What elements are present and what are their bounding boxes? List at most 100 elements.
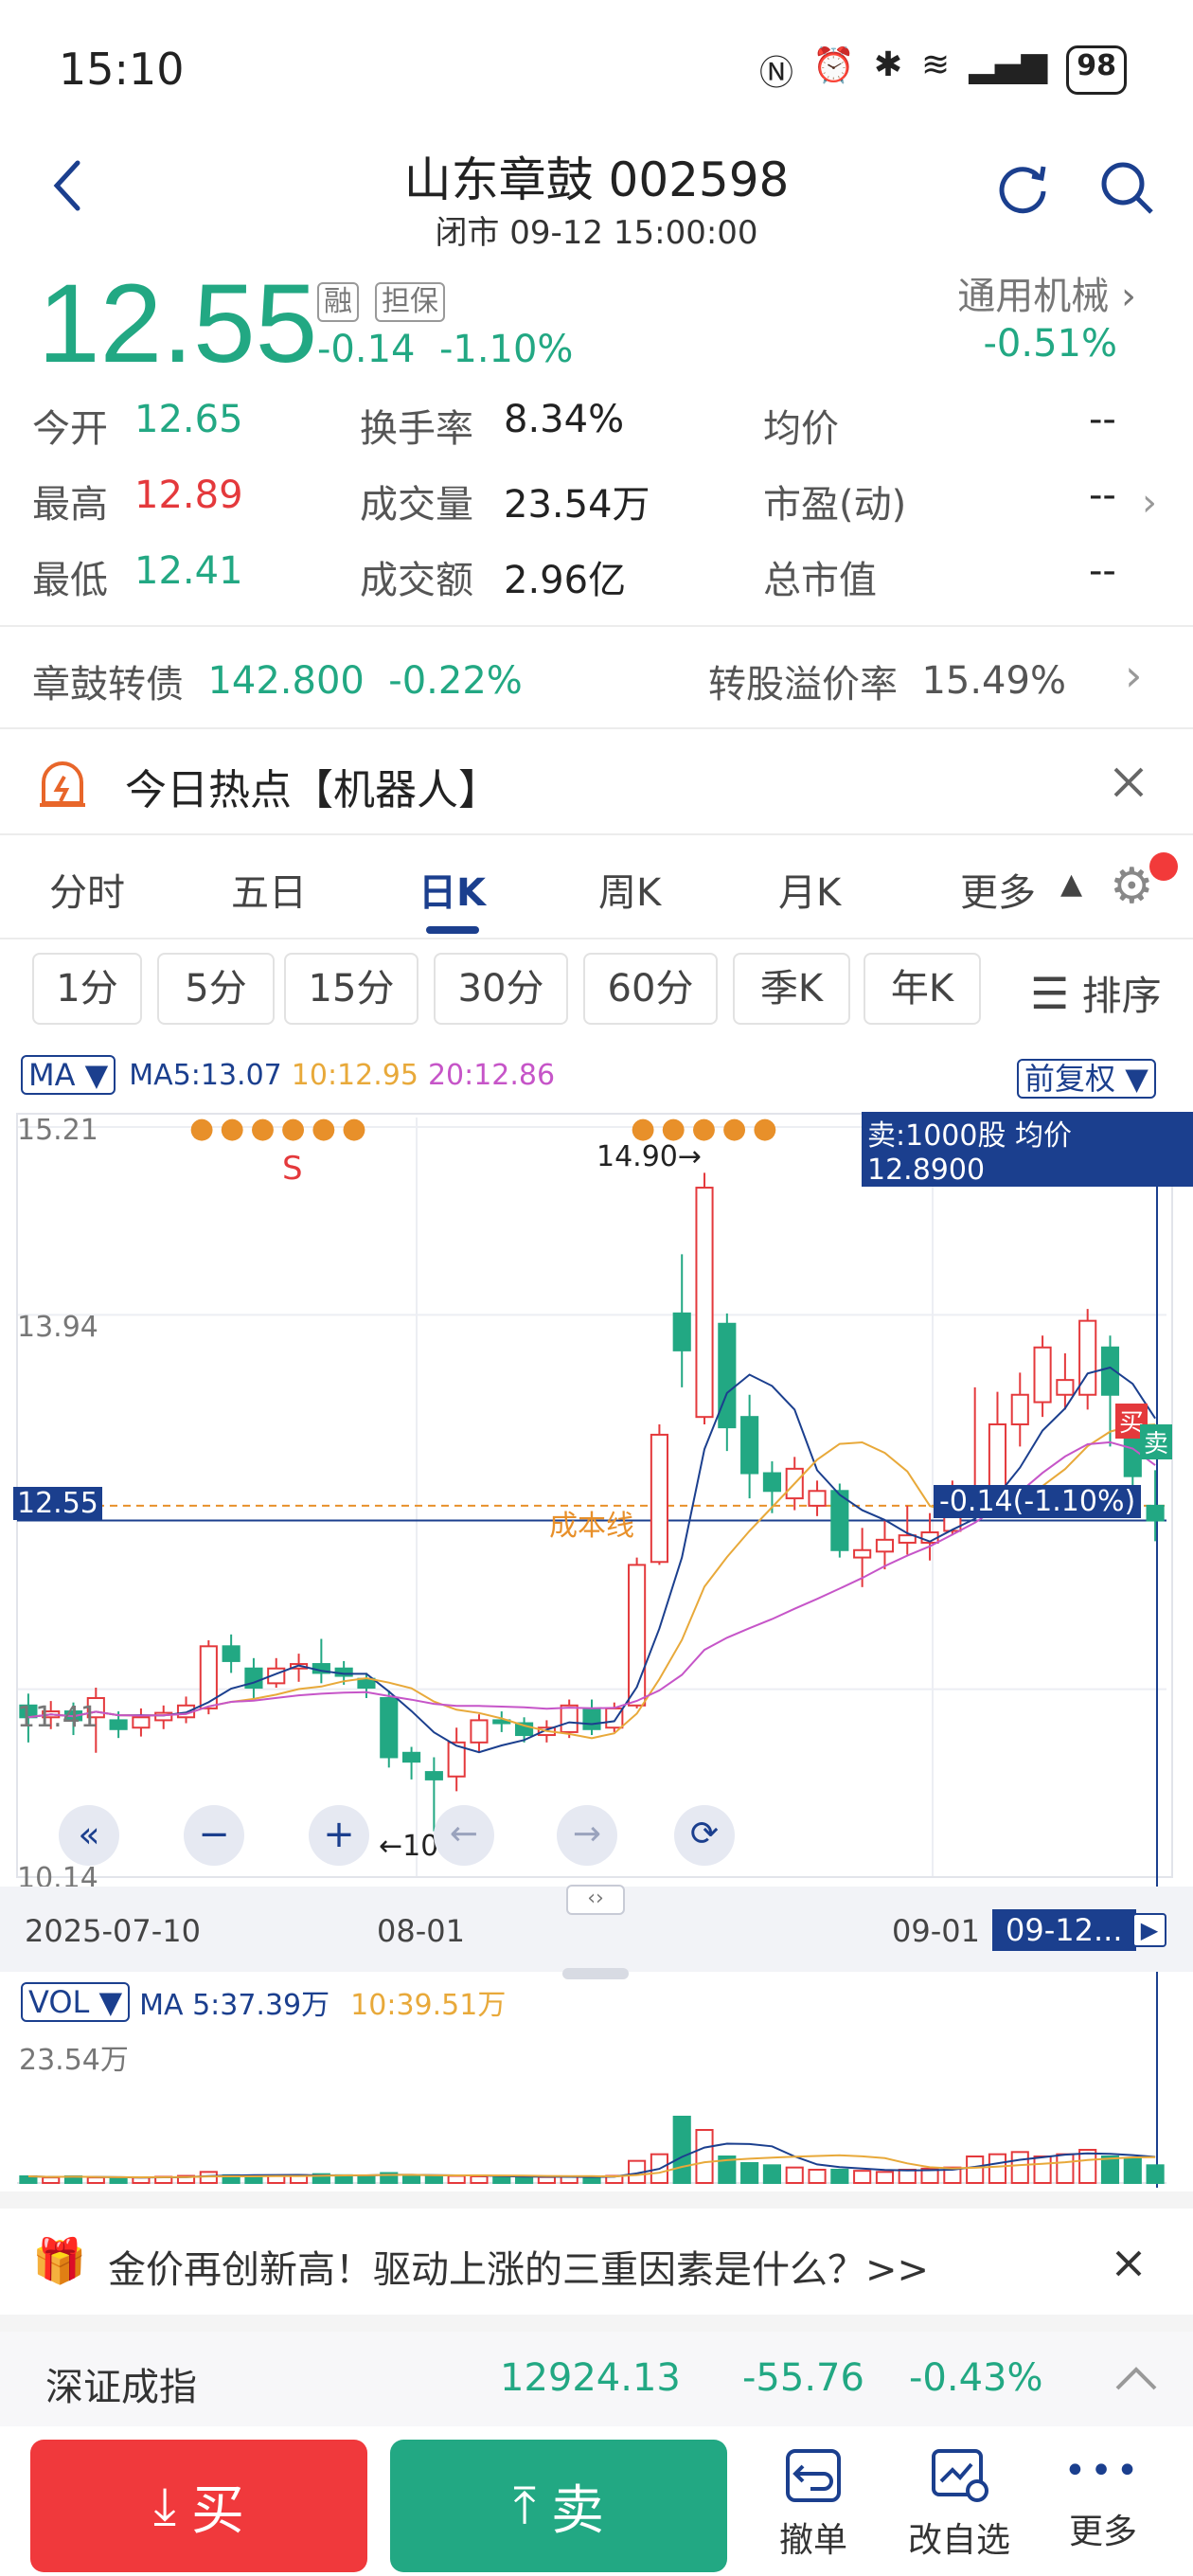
tab-more[interactable]: 更多 (960, 862, 1036, 917)
indicator-select[interactable]: MA ▼ (21, 1055, 116, 1095)
arrow-left-icon[interactable]: ← (434, 1805, 494, 1866)
premium-row[interactable]: 转股溢价率 15.49% (708, 653, 1066, 708)
volume-bar (898, 2169, 917, 2184)
period-quarter[interactable]: 季K (733, 953, 850, 1025)
tab-daily-k[interactable]: 日K (418, 862, 486, 917)
cancel-order-button[interactable]: 撤单 (761, 2447, 865, 2562)
premium-value: 15.49% (921, 659, 1066, 703)
zoom-out-icon[interactable]: − (184, 1805, 244, 1866)
ma10-label: 10:12.95 (291, 1058, 418, 1092)
candle-body (718, 1322, 737, 1429)
low-label: 最低 (32, 559, 108, 602)
change-tag: -0.14(-1.10%) (934, 1485, 1142, 1518)
volume-bar (672, 2116, 691, 2184)
industry-link[interactable]: 通用机械 › (957, 265, 1136, 320)
rewind-icon[interactable]: « (59, 1805, 119, 1866)
indicator-label: MA (28, 1057, 76, 1093)
buy-label: 买 (190, 2479, 244, 2542)
period-15min[interactable]: 15分 (284, 953, 418, 1025)
stats-expand-icon[interactable]: › (1142, 481, 1157, 525)
bond-row[interactable]: 章鼓转债 142.800 -0.22% (32, 653, 523, 708)
candle-body (808, 1490, 827, 1507)
triangle-up-icon[interactable]: ▲ (1060, 868, 1082, 901)
resize-handle[interactable] (562, 1968, 629, 1979)
high-label: 最高 (32, 483, 108, 527)
amount-value: 2.96亿 (504, 559, 627, 602)
sell-button[interactable]: ⤒ 卖 (390, 2440, 727, 2572)
section-gap (0, 2315, 1193, 2332)
tab-five-day[interactable]: 五日 (231, 862, 307, 917)
volume-bar (1100, 2156, 1120, 2184)
close-icon[interactable] (1113, 2248, 1144, 2279)
buy-button[interactable]: ⤓ 买 (30, 2440, 367, 2572)
signal-icon: ▂▄▆ (969, 45, 1048, 84)
volume-bar (1123, 2157, 1142, 2185)
tab-weekly-k[interactable]: 周K (598, 862, 661, 917)
sell-label: 卖 (550, 2479, 604, 2542)
rotate-icon[interactable]: ⟳ (674, 1805, 735, 1866)
index-name: 深证成指 (45, 2366, 197, 2409)
turnover-value: 8.34% (504, 398, 625, 441)
date-end: 09-01 (892, 1913, 980, 1949)
candle-body (470, 1719, 489, 1744)
tab-monthly-k[interactable]: 月K (778, 862, 841, 917)
period-5min[interactable]: 5分 (157, 953, 275, 1025)
period-60min[interactable]: 60分 (583, 953, 718, 1025)
volume-bar (1010, 2151, 1029, 2185)
index-change-percent: -0.43% (909, 2356, 1043, 2400)
candle-body (109, 1719, 128, 1730)
volume-bar (492, 2175, 511, 2185)
current-price: 12.55 (38, 261, 318, 386)
wifi-icon: ≋ (921, 45, 951, 84)
refresh-icon[interactable] (994, 159, 1051, 216)
chevron-right-icon[interactable]: › (1125, 650, 1142, 701)
kline-svg[interactable] (0, 1042, 1193, 2197)
pe-value: -- (1089, 474, 1116, 517)
watchlist-chart-icon (932, 2449, 988, 2502)
current-price-tag: 12.55 (13, 1487, 102, 1520)
buy-arrow-icon: ⤓ (153, 2476, 176, 2535)
drag-handle-icon[interactable]: ‹› (566, 1885, 625, 1915)
divider (0, 625, 1193, 627)
bond-name: 章鼓转债 (32, 663, 184, 707)
mcap-label: 总市值 (763, 559, 877, 602)
sort-button[interactable]: ☰ 排序 (1030, 964, 1162, 1022)
more-button[interactable]: ••• 更多 (1051, 2447, 1155, 2553)
edit-watchlist-label: 改自选 (907, 2521, 1010, 2560)
zoom-in-icon[interactable]: + (309, 1805, 369, 1866)
adjust-select[interactable]: 前复权 ▼ (1017, 1055, 1156, 1099)
ma20-line (27, 1440, 1156, 1719)
gear-icon[interactable]: ⚙ (1110, 858, 1154, 915)
hot-topic[interactable]: 今日热点【机器人】 (125, 756, 500, 816)
sell-arrow-icon: ⤒ (513, 2476, 536, 2535)
volume-label: 成交量 (360, 483, 473, 527)
candle-body (1056, 1379, 1075, 1396)
ma-legend: MA ▼ MA5:13.07 10:12.95 20:12.86 (21, 1055, 555, 1095)
index-row[interactable]: 深证成指 12924.13 -55.76 -0.43% (0, 2332, 1193, 2426)
candle-body (830, 1490, 849, 1551)
period-1min[interactable]: 1分 (32, 953, 142, 1025)
alarm-hot-icon (36, 754, 89, 811)
volume-bar (1033, 2156, 1052, 2184)
kline-chart[interactable]: MA ▼ MA5:13.07 10:12.95 20:12.86 前复权 ▼ 卖… (0, 1042, 1193, 2197)
stock-header: 山东章鼓 002598 闭市 09-12 15:00:00 (0, 133, 1193, 265)
arrow-right-icon[interactable]: → (557, 1805, 617, 1866)
edit-watchlist-button[interactable]: 改自选 (907, 2447, 1011, 2562)
alarm-icon: ⏰ (812, 46, 855, 85)
divider (0, 727, 1193, 729)
period-30min[interactable]: 30分 (434, 953, 568, 1025)
tab-intraday[interactable]: 分时 (49, 862, 125, 917)
search-icon[interactable] (1098, 159, 1155, 216)
news-banner[interactable]: 🎁 金价再创新高！驱动上涨的三重因素是什么？>> (0, 2207, 1193, 2311)
close-icon[interactable] (1110, 763, 1148, 801)
volume-bar (695, 2129, 714, 2184)
low-value: 12.41 (134, 549, 243, 593)
more-label: 更多 (1068, 2513, 1137, 2551)
play-icon[interactable]: ▶ (1132, 1913, 1166, 1947)
active-tab-indicator (426, 926, 479, 934)
period-year[interactable]: 年K (864, 953, 981, 1025)
chevron-up-icon[interactable] (1113, 2364, 1159, 2392)
volume-ma5-line (27, 2142, 1156, 2179)
mcap-value: -- (1089, 549, 1116, 593)
vol-indicator-select[interactable]: VOL ▼ (21, 1982, 131, 2022)
